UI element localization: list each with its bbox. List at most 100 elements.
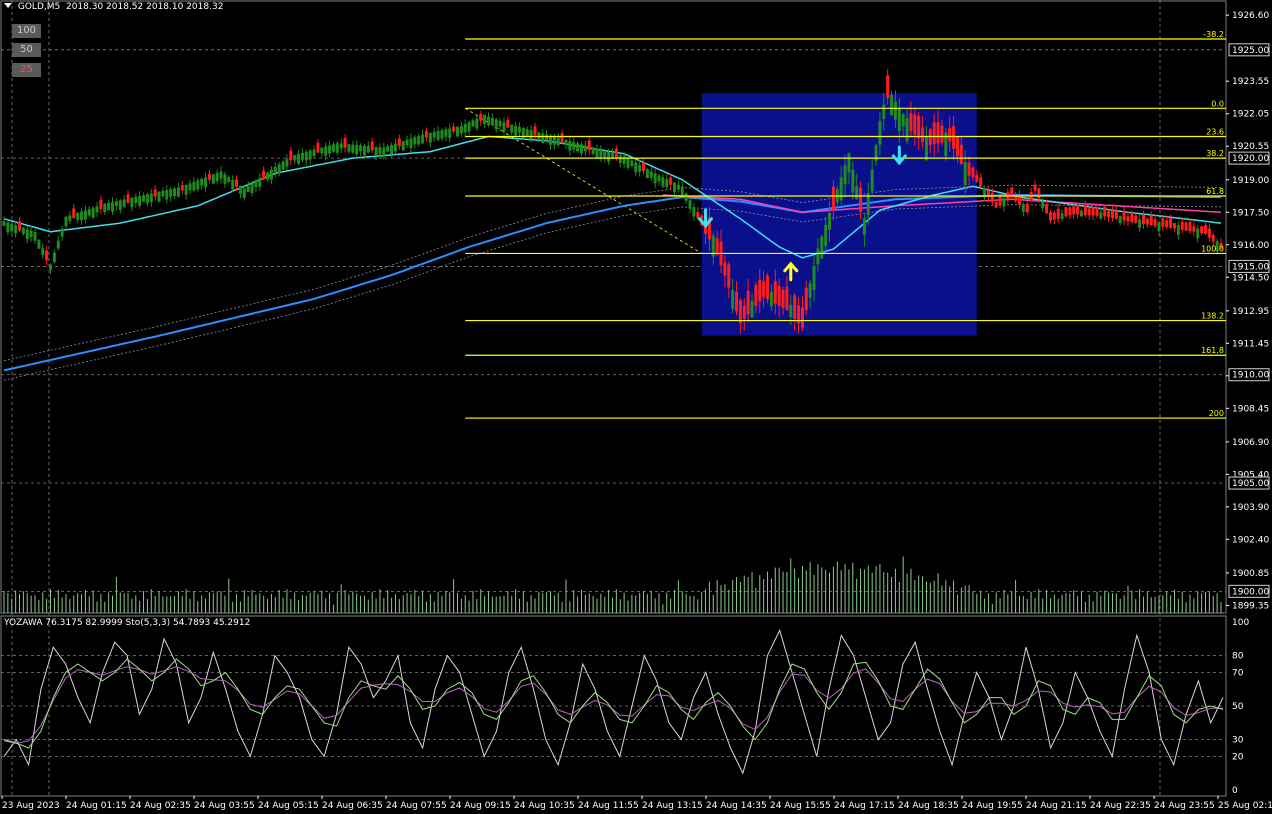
time-tick-label: 24 Aug 21:15 bbox=[1026, 801, 1087, 811]
candle-body bbox=[169, 189, 173, 197]
candle-body bbox=[180, 184, 184, 191]
collapse-triangle-icon[interactable] bbox=[4, 3, 12, 8]
chart-header: GOLD,M5 2018.30 2018.52 2018.10 2018.32 bbox=[4, 2, 223, 12]
level-button-25[interactable]: 25 bbox=[12, 63, 41, 77]
candle-body bbox=[913, 114, 917, 135]
candle-body bbox=[6, 222, 10, 233]
candle-body bbox=[1045, 204, 1049, 214]
candle-body bbox=[33, 231, 37, 241]
candle-body bbox=[603, 150, 607, 158]
time-tick-label: 24 Aug 11:55 bbox=[578, 801, 639, 811]
candle-body bbox=[754, 284, 758, 306]
osc-tick-label: 70 bbox=[1232, 668, 1244, 678]
candle-body bbox=[165, 189, 169, 200]
candle-body bbox=[591, 147, 595, 154]
candle-body bbox=[149, 193, 153, 203]
candle-body bbox=[118, 200, 122, 210]
candle-body bbox=[649, 171, 653, 178]
candle-body bbox=[1002, 198, 1006, 207]
candle-body bbox=[1172, 223, 1176, 229]
candle-body bbox=[1021, 204, 1025, 212]
price-tick-label: 1926.60 bbox=[1232, 11, 1269, 21]
candle-body bbox=[351, 144, 355, 153]
candle-body bbox=[68, 215, 72, 221]
candle-body bbox=[1184, 222, 1188, 231]
candle-body bbox=[1072, 206, 1076, 215]
candle-body bbox=[866, 193, 870, 216]
candle-body bbox=[882, 104, 886, 120]
price-mark-label: 1905.00 bbox=[1232, 479, 1269, 489]
candle-body bbox=[312, 149, 316, 157]
price-tick-label: 1899.35 bbox=[1232, 601, 1269, 611]
candle-body bbox=[897, 107, 901, 132]
candle-body bbox=[1122, 210, 1126, 221]
candle-body bbox=[1076, 205, 1080, 215]
time-tick-label: 25 Aug 02:15 bbox=[1218, 801, 1272, 811]
osc-signal-line bbox=[3, 666, 1223, 745]
candle-body bbox=[277, 164, 281, 174]
candle-body bbox=[486, 116, 490, 126]
candle-body bbox=[1025, 203, 1029, 213]
candle-body bbox=[1052, 212, 1056, 220]
candle-body bbox=[207, 173, 211, 180]
candle-body bbox=[785, 286, 789, 311]
candle-body bbox=[975, 174, 979, 182]
candle-body bbox=[909, 113, 913, 132]
time-tick-label: 24 Aug 06:35 bbox=[322, 801, 383, 811]
candle-body bbox=[618, 155, 622, 163]
price-tick-label: 1903.90 bbox=[1232, 503, 1269, 513]
candle-body bbox=[657, 175, 661, 182]
level-button-50[interactable]: 50 bbox=[12, 43, 41, 57]
candle-body bbox=[990, 192, 994, 203]
candle-body bbox=[831, 186, 835, 211]
candle-body bbox=[688, 200, 692, 209]
candle-body bbox=[862, 218, 866, 236]
candle-body bbox=[1060, 213, 1064, 219]
main-plot-frame bbox=[0, 0, 1227, 614]
candle-body bbox=[777, 285, 781, 306]
candle-body bbox=[1165, 220, 1169, 228]
candle-body bbox=[824, 224, 828, 246]
candle-body bbox=[1091, 206, 1095, 216]
candle-body bbox=[10, 223, 14, 232]
oscillator-header: YOZAWA 76.3175 82.9999 Sto(5,3,3) 54.789… bbox=[4, 618, 251, 628]
candle-body bbox=[52, 252, 56, 262]
candle-body bbox=[731, 289, 735, 309]
candle-body bbox=[21, 227, 25, 234]
price-mark-label: 1920.00 bbox=[1232, 154, 1269, 164]
candle-body bbox=[471, 120, 475, 127]
price-chart[interactable]: -38.20.023.638.261.8100.0138.2161.820019… bbox=[0, 0, 1272, 814]
candle-body bbox=[281, 161, 285, 170]
candle-body bbox=[1107, 211, 1111, 218]
candle-body bbox=[494, 119, 498, 130]
candle-body bbox=[773, 281, 777, 304]
price-tick-label: 1908.45 bbox=[1232, 404, 1269, 414]
candle-body bbox=[424, 131, 428, 138]
candle-body bbox=[153, 189, 157, 197]
candle-body bbox=[246, 185, 250, 192]
candle-body bbox=[564, 139, 568, 145]
candle-body bbox=[828, 212, 832, 230]
candle-body bbox=[483, 115, 487, 124]
fib-level-label: 0.0 bbox=[1211, 99, 1224, 108]
candle-body bbox=[393, 143, 397, 152]
candle-body bbox=[1064, 206, 1068, 217]
candle-body bbox=[556, 137, 560, 146]
candle-body bbox=[1157, 222, 1161, 232]
candle-body bbox=[684, 193, 688, 201]
candle-body bbox=[502, 122, 506, 132]
candle-body bbox=[436, 131, 440, 141]
envelope-lower bbox=[3, 204, 1222, 381]
time-tick-label: 24 Aug 09:15 bbox=[450, 801, 511, 811]
candle-body bbox=[529, 130, 533, 139]
price-tick-label: 1912.95 bbox=[1232, 307, 1269, 317]
candle-body bbox=[847, 153, 851, 173]
candle-body bbox=[723, 262, 727, 276]
candle-body bbox=[936, 122, 940, 144]
time-tick-label: 24 Aug 03:55 bbox=[194, 801, 255, 811]
candle-body bbox=[479, 114, 483, 121]
candle-body bbox=[444, 129, 448, 137]
price-tick-label: 1916.00 bbox=[1232, 241, 1269, 251]
level-button-100[interactable]: 100 bbox=[12, 24, 41, 38]
candle-body bbox=[320, 147, 324, 154]
